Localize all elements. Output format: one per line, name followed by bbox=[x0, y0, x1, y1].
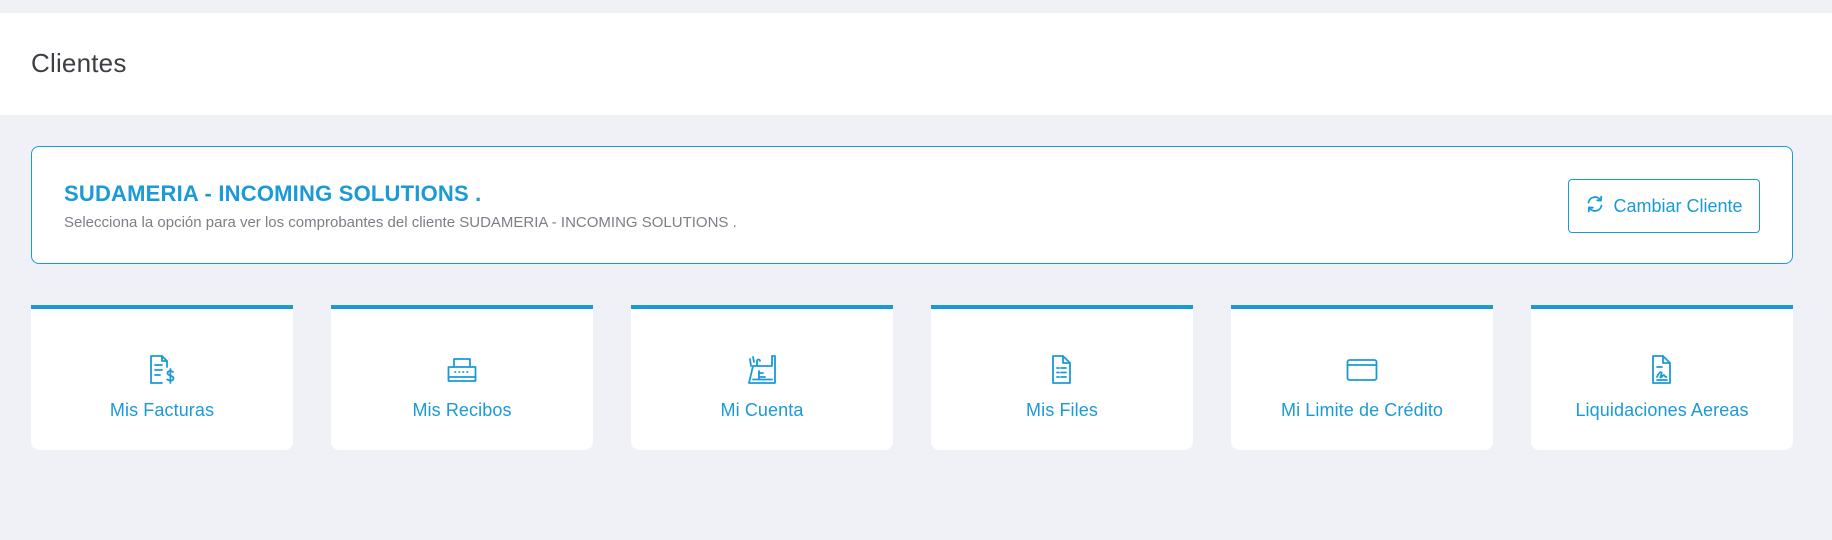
tile-mis-facturas[interactable]: Mis Facturas bbox=[31, 305, 293, 450]
tile-label: Mis Facturas bbox=[109, 400, 215, 420]
change-client-button[interactable]: Cambiar Cliente bbox=[1568, 179, 1760, 233]
file-lines-icon bbox=[1045, 353, 1079, 387]
receipt-printer-icon bbox=[445, 353, 479, 387]
change-client-label: Cambiar Cliente bbox=[1613, 195, 1743, 216]
tile-label: Mi Cuenta bbox=[720, 400, 804, 420]
client-description: Selecciona la opción para ver los compro… bbox=[64, 214, 737, 231]
tile-mi-limite-de-credito[interactable]: Mi Limite de Crédito bbox=[1231, 305, 1493, 450]
tile-mi-cuenta[interactable]: Mi Cuenta bbox=[631, 305, 893, 450]
invoice-dollar-icon bbox=[145, 353, 179, 387]
tile-mis-recibos[interactable]: Mis Recibos bbox=[331, 305, 593, 450]
tile-label: Liquidaciones Aereas bbox=[1575, 400, 1749, 420]
client-name: SUDAMERIA - INCOMING SOLUTIONS . bbox=[64, 181, 482, 206]
cash-register-icon bbox=[745, 353, 779, 387]
page-title: Clientes bbox=[31, 48, 127, 78]
file-signature-icon bbox=[1645, 353, 1679, 387]
options-grid: Mis Facturas Mis Recibos Mi Cuenta Mis F… bbox=[31, 305, 1793, 450]
client-info-card: SUDAMERIA - INCOMING SOLUTIONS . Selecci… bbox=[31, 146, 1793, 264]
refresh-icon bbox=[1585, 194, 1605, 214]
credit-card-icon bbox=[1345, 353, 1379, 387]
page-header bbox=[0, 13, 1832, 115]
tile-mis-files[interactable]: Mis Files bbox=[931, 305, 1193, 450]
tile-label: Mis Files bbox=[1026, 400, 1098, 420]
tile-label: Mis Recibos bbox=[412, 400, 512, 420]
tile-liquidaciones-aereas[interactable]: Liquidaciones Aereas bbox=[1531, 305, 1793, 450]
tile-label: Mi Limite de Crédito bbox=[1280, 400, 1444, 420]
